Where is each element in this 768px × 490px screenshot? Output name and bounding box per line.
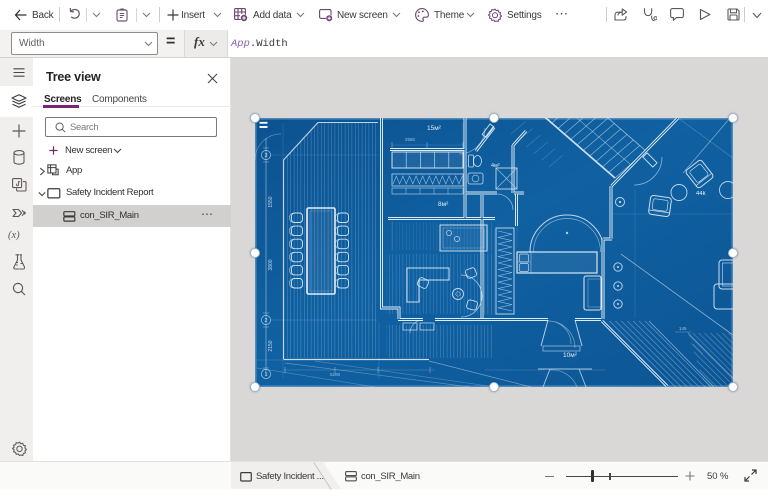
svg-text:4м²: 4м²	[491, 163, 500, 169]
svg-text:15м²: 15м²	[427, 125, 442, 132]
svg-text:2: 2	[264, 318, 267, 324]
svg-text:145: 145	[679, 326, 687, 331]
svg-text:5200: 5200	[330, 372, 341, 377]
svg-text:2550: 2550	[405, 137, 416, 142]
svg-text:1550: 1550	[268, 196, 274, 207]
svg-text:10м²: 10м²	[563, 352, 578, 359]
svg-text:3800: 3800	[268, 259, 274, 270]
svg-text:8м²: 8м²	[438, 201, 449, 208]
svg-text:3: 3	[264, 153, 267, 159]
svg-text:2150: 2150	[268, 340, 274, 351]
svg-text:44k: 44k	[696, 191, 707, 197]
svg-text:1: 1	[264, 372, 267, 378]
